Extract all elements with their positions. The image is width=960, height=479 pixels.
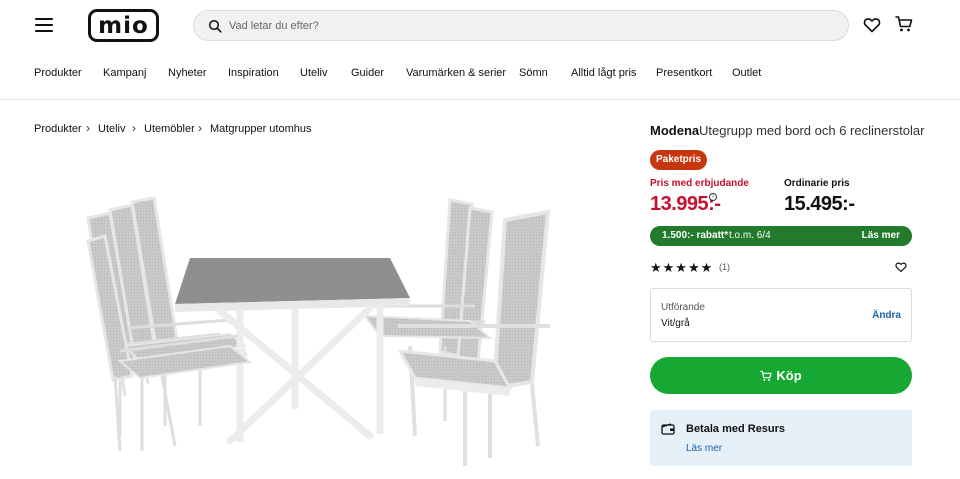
nav-item-kampanj[interactable]: Kampanj [103,67,146,79]
ordinary-price: 15.495:- [784,193,855,215]
cart-icon [760,370,772,381]
promo-read-more-link[interactable]: Läs mer [862,230,900,241]
package-price-badge: Paketpris [650,150,707,170]
ordinary-price-label: Ordinarie pris [784,178,850,189]
chevron-right-icon: › [86,121,90,135]
chevron-right-icon: › [132,121,136,135]
search-icon [208,19,222,33]
promo-validity: t.o.m. 6/4 [729,230,771,241]
chevron-right-icon: › [198,121,202,135]
nav-item-uteliv[interactable]: Uteliv [300,67,328,79]
search-bar[interactable] [193,10,849,41]
variant-value: Vit/grå [661,318,690,329]
product-brand[interactable]: Modena [650,123,699,138]
product-image[interactable] [80,196,580,472]
mio-logo[interactable]: mio [88,9,159,42]
breadcrumb-matgrupper[interactable]: Matgrupper utomhus [210,123,312,135]
buy-button[interactable]: Köp [650,357,912,394]
nav-item-produkter[interactable]: Produkter [34,67,82,79]
nav-item-guider[interactable]: Guider [351,67,384,79]
variant-label: Utförande [661,302,705,313]
review-count[interactable]: (1) [719,262,730,272]
menu-icon[interactable] [35,18,53,32]
nav-item-presentkort[interactable]: Presentkort [656,67,712,79]
product-title: Utegrupp med bord och 6 reclinerstolar [699,123,925,138]
cart-icon[interactable] [895,15,913,33]
site-header: mio [0,0,960,52]
info-icon[interactable]: i [709,193,717,201]
breadcrumb-uteliv[interactable]: Uteliv [98,123,126,135]
nav-item-somn[interactable]: Sömn [519,67,548,79]
variant-selector: Utförande Vit/grå Ändra [650,288,912,342]
heart-icon[interactable] [863,16,881,34]
buy-button-label: Köp [776,368,802,383]
payment-option-box[interactable]: Betala med Resurs Läs mer [650,410,912,466]
promo-banner[interactable]: 1.500:- rabatt* t.o.m. 6/4 Läs mer [650,226,912,246]
change-variant-link[interactable]: Ändra [872,310,901,321]
promo-discount: 1.500:- rabatt* [662,230,729,241]
heart-icon[interactable] [895,261,907,273]
breadcrumb-produkter[interactable]: Produkter [34,123,82,135]
payment-title: Betala med Resurs [686,423,786,435]
nav-item-alltid-lagt-pris[interactable]: Alltid lågt pris [571,67,636,79]
nav-item-nyheter[interactable]: Nyheter [168,67,207,79]
payment-read-more-link[interactable]: Läs mer [686,443,722,454]
offer-price-label: Pris med erbjudande [650,178,749,189]
rating-stars[interactable]: ★★★★★ [650,260,713,276]
search-input[interactable] [229,11,829,40]
logo-text: mio [98,13,149,39]
main-nav: Produkter Kampanj Nyheter Inspiration Ut… [0,60,960,86]
nav-item-inspiration[interactable]: Inspiration [228,67,279,79]
nav-item-varumarken[interactable]: Varumärken & serier [406,67,506,79]
nav-item-outlet[interactable]: Outlet [732,67,761,79]
header-divider [0,99,960,100]
breadcrumb-utemobler[interactable]: Utemöbler [144,123,195,135]
wallet-icon [661,423,675,435]
